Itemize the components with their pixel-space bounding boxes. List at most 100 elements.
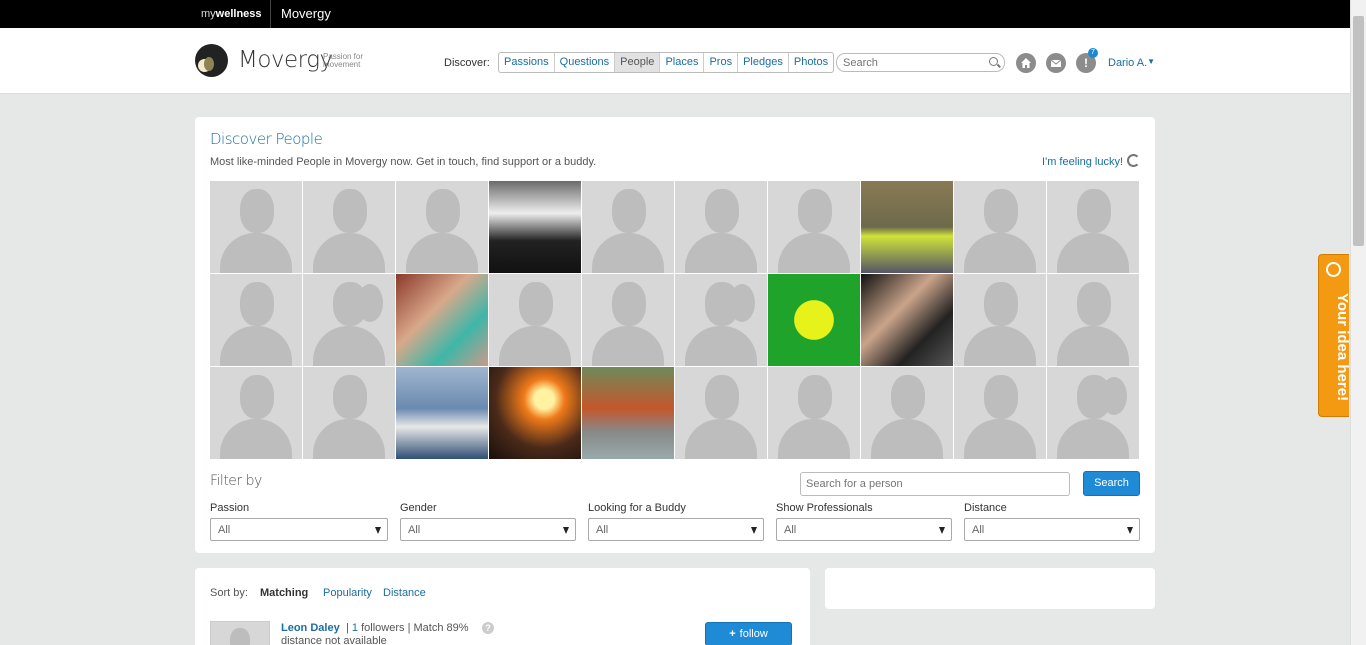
professionals-select[interactable]: All bbox=[776, 518, 952, 541]
avatar-body-shape bbox=[220, 326, 292, 366]
movergy-app-link[interactable]: Movergy bbox=[281, 6, 331, 21]
top-bar: mywellness Movergy bbox=[0, 0, 1350, 28]
tab-places[interactable]: Places bbox=[660, 53, 705, 72]
avatar-body-shape bbox=[313, 233, 385, 273]
person-tile[interactable] bbox=[303, 181, 395, 273]
person-tile[interactable] bbox=[582, 181, 674, 273]
person-tile[interactable] bbox=[768, 367, 860, 459]
person-tile[interactable] bbox=[954, 367, 1046, 459]
person-photo-tile[interactable] bbox=[489, 367, 581, 459]
avatar-body-shape bbox=[685, 233, 757, 273]
sort-distance[interactable]: Distance bbox=[383, 587, 426, 599]
person-tile[interactable] bbox=[861, 367, 953, 459]
person-search bbox=[800, 472, 1070, 496]
filter-label: Looking for a Buddy bbox=[588, 502, 686, 514]
followers-count[interactable]: 1 bbox=[352, 622, 358, 634]
select-value: All bbox=[408, 524, 421, 536]
search-icon[interactable] bbox=[989, 57, 998, 66]
people-list-panel: Sort by: Matching Popularity Distance Le… bbox=[195, 568, 810, 645]
dropdown-arrow-icon bbox=[563, 527, 569, 534]
avatar-body-shape bbox=[499, 326, 571, 366]
avatar-placeholder-icon bbox=[426, 189, 460, 233]
sort-popularity[interactable]: Popularity bbox=[323, 587, 372, 599]
person-tile[interactable] bbox=[768, 181, 860, 273]
person-tile[interactable] bbox=[303, 274, 395, 366]
person-name-link[interactable]: Leon Daley bbox=[281, 622, 340, 634]
follow-label: follow bbox=[739, 628, 768, 640]
person-tile[interactable] bbox=[210, 274, 302, 366]
person-photo-tile[interactable] bbox=[861, 181, 953, 273]
person-tile[interactable] bbox=[1047, 367, 1139, 459]
filter-label: Show Professionals bbox=[776, 502, 873, 514]
distance-select[interactable]: All bbox=[964, 518, 1140, 541]
avatar-body-shape bbox=[778, 233, 850, 273]
person-tile[interactable] bbox=[396, 181, 488, 273]
logo-text[interactable]: Movergy bbox=[238, 47, 333, 73]
brand-prefix: my bbox=[201, 8, 216, 20]
followers-match-text: followers | Match 89% bbox=[361, 622, 469, 634]
dropdown-arrow-icon bbox=[1127, 527, 1133, 534]
tab-passions[interactable]: Passions bbox=[499, 53, 555, 72]
scrollbar-thumb[interactable] bbox=[1353, 16, 1364, 246]
person-tile[interactable] bbox=[675, 367, 767, 459]
person-search-button[interactable]: Search bbox=[1083, 471, 1140, 496]
tab-people[interactable]: People bbox=[615, 53, 661, 72]
avatar-placeholder-icon bbox=[984, 282, 1018, 326]
idea-feedback-tab[interactable]: Your idea here! bbox=[1318, 254, 1351, 417]
people-grid bbox=[210, 181, 1139, 459]
person-distance: distance not available bbox=[281, 635, 387, 645]
help-icon[interactable]: ? bbox=[482, 622, 494, 634]
filter-title: Filter by bbox=[210, 473, 262, 489]
mail-icon[interactable] bbox=[1046, 53, 1066, 73]
refresh-icon[interactable] bbox=[1127, 154, 1140, 167]
follow-button[interactable]: + follow bbox=[705, 622, 792, 645]
person-meta: | 1 followers | Match 89% bbox=[346, 622, 469, 634]
passion-select[interactable]: All bbox=[210, 518, 388, 541]
person-tile[interactable] bbox=[303, 367, 395, 459]
person-tile[interactable] bbox=[210, 181, 302, 273]
filter-passion: Passion All bbox=[210, 502, 388, 541]
global-search-input[interactable] bbox=[843, 57, 983, 69]
person-photo-tile[interactable] bbox=[396, 274, 488, 366]
mywellness-link[interactable]: mywellness bbox=[201, 8, 262, 20]
avatar-placeholder-icon bbox=[612, 189, 646, 233]
avatar-body-shape bbox=[313, 326, 385, 366]
tab-questions[interactable]: Questions bbox=[555, 53, 616, 72]
movergy-logo-icon[interactable] bbox=[195, 44, 228, 77]
person-tile[interactable] bbox=[489, 274, 581, 366]
tab-pros[interactable]: Pros bbox=[704, 53, 739, 72]
avatar-body-shape bbox=[964, 419, 1036, 459]
tab-pledges[interactable]: Pledges bbox=[738, 53, 789, 72]
avatar[interactable] bbox=[210, 621, 270, 645]
filter-label: Distance bbox=[964, 502, 1007, 514]
person-tile[interactable] bbox=[954, 274, 1046, 366]
person-photo-tile[interactable] bbox=[489, 181, 581, 273]
gender-select[interactable]: All bbox=[400, 518, 576, 541]
person-tile[interactable] bbox=[582, 274, 674, 366]
select-value: All bbox=[596, 524, 609, 536]
home-icon[interactable] bbox=[1016, 53, 1036, 73]
avatar-placeholder-icon bbox=[333, 189, 367, 233]
person-photo-tile[interactable] bbox=[582, 367, 674, 459]
person-search-input[interactable] bbox=[806, 478, 1056, 490]
avatar-body-shape bbox=[220, 419, 292, 459]
avatar-placeholder-icon bbox=[240, 282, 274, 326]
filter-distance: Distance All bbox=[964, 502, 1140, 541]
person-photo-tile[interactable] bbox=[396, 367, 488, 459]
person-tile[interactable] bbox=[675, 274, 767, 366]
topbar-divider bbox=[270, 0, 271, 28]
person-tile[interactable] bbox=[1047, 274, 1139, 366]
person-photo-tile[interactable] bbox=[768, 274, 860, 366]
person-tile[interactable] bbox=[954, 181, 1046, 273]
page-scrollbar[interactable] bbox=[1350, 0, 1366, 645]
tab-photos[interactable]: Photos bbox=[789, 53, 833, 72]
feeling-lucky-link[interactable]: I'm feeling lucky! bbox=[1042, 156, 1123, 168]
person-tile[interactable] bbox=[210, 367, 302, 459]
brand-bold: wellness bbox=[215, 8, 262, 20]
sort-matching[interactable]: Matching bbox=[260, 587, 308, 599]
user-menu[interactable]: Dario A.▼ bbox=[1108, 57, 1155, 69]
buddy-select[interactable]: All bbox=[588, 518, 764, 541]
person-tile[interactable] bbox=[1047, 181, 1139, 273]
person-photo-tile[interactable] bbox=[861, 274, 953, 366]
person-tile[interactable] bbox=[675, 181, 767, 273]
